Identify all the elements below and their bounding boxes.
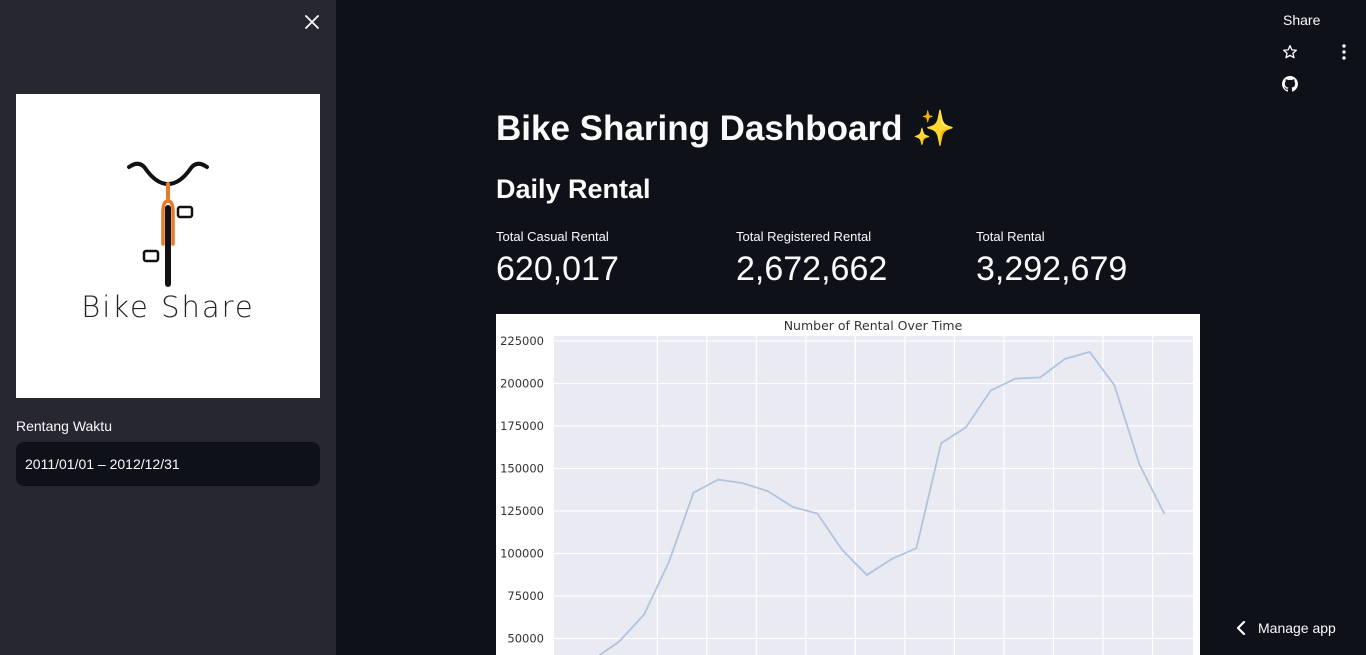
data-point: [766, 490, 769, 493]
metric-casual: Total Casual Rental 620,017: [496, 229, 726, 289]
main-menu-button[interactable]: [1334, 42, 1354, 62]
chevron-left-icon: [1236, 621, 1246, 635]
data-point: [1064, 357, 1066, 360]
metric-label: Total Rental: [976, 229, 1045, 244]
y-tick-label: 75000: [507, 589, 544, 603]
rental-line-chart: 50000 75000 100000 125000 150000 175000 200000…: [496, 314, 1200, 655]
page-title: Bike Sharing Dashboard ✨: [496, 109, 956, 148]
data-point: [989, 389, 992, 392]
metric-total: Total Rental 3,292,679: [976, 229, 1206, 289]
y-tick-label: 175000: [500, 419, 544, 433]
close-icon: [305, 15, 319, 29]
manage-app-button[interactable]: Manage app: [1236, 620, 1336, 636]
data-point: [940, 442, 943, 445]
data-point: [890, 558, 893, 560]
metric-label: Total Casual Rental: [496, 229, 609, 244]
bike-share-logo: Bike Share: [16, 94, 320, 398]
data-point: [1088, 351, 1091, 353]
data-point: [791, 505, 794, 508]
date-range-label: Rentang Waktu: [16, 418, 112, 434]
data-point: [667, 561, 670, 564]
y-tick-label: 200000: [500, 377, 544, 391]
bicycle-icon: [127, 161, 209, 287]
more-vertical-icon: [1342, 44, 1346, 60]
data-point: [816, 512, 819, 515]
data-point: [717, 478, 720, 481]
data-point: [1138, 463, 1141, 465]
y-tick-label: 50000: [507, 632, 544, 646]
data-point: [841, 548, 844, 551]
data-point: [742, 482, 744, 485]
data-point: [643, 613, 645, 616]
data-point: [915, 547, 918, 550]
star-icon: [1283, 45, 1297, 59]
star-button[interactable]: [1280, 42, 1300, 62]
data-point: [1163, 512, 1165, 515]
chart-title: Number of Rental Over Time: [784, 318, 963, 333]
manage-app-label: Manage app: [1258, 620, 1336, 636]
close-sidebar-button[interactable]: [300, 10, 324, 34]
data-point: [1113, 384, 1116, 387]
data-point: [692, 491, 695, 494]
data-point: [865, 574, 868, 576]
metric-registered: Total Registered Rental 2,672,662: [736, 229, 966, 289]
share-button[interactable]: Share: [1283, 12, 1320, 28]
github-icon: [1282, 76, 1298, 92]
data-point: [965, 426, 967, 429]
metric-value: 2,672,662: [736, 250, 888, 288]
data-point: [1039, 376, 1042, 379]
github-button[interactable]: [1280, 74, 1300, 94]
metric-value: 620,017: [496, 250, 619, 288]
data-point: [1014, 377, 1017, 380]
data-point: [618, 640, 621, 643]
chart-svg: 50000 75000 100000 125000 150000 175000 200000…: [500, 318, 1193, 655]
metric-value: 3,292,679: [976, 250, 1128, 288]
sidebar: Bike Share Rentang Waktu 2011/01/01 – 20…: [0, 0, 336, 655]
date-range-input[interactable]: 2011/01/01 – 2012/12/31: [16, 442, 320, 486]
logo-text: Bike Share: [81, 290, 255, 324]
y-tick-label: 100000: [500, 547, 544, 561]
y-tick-label: 225000: [500, 334, 544, 348]
y-tick-label: 125000: [500, 504, 544, 518]
metric-label: Total Registered Rental: [736, 229, 872, 244]
y-tick-label: 150000: [500, 462, 544, 476]
section-title: Daily Rental: [496, 174, 651, 204]
